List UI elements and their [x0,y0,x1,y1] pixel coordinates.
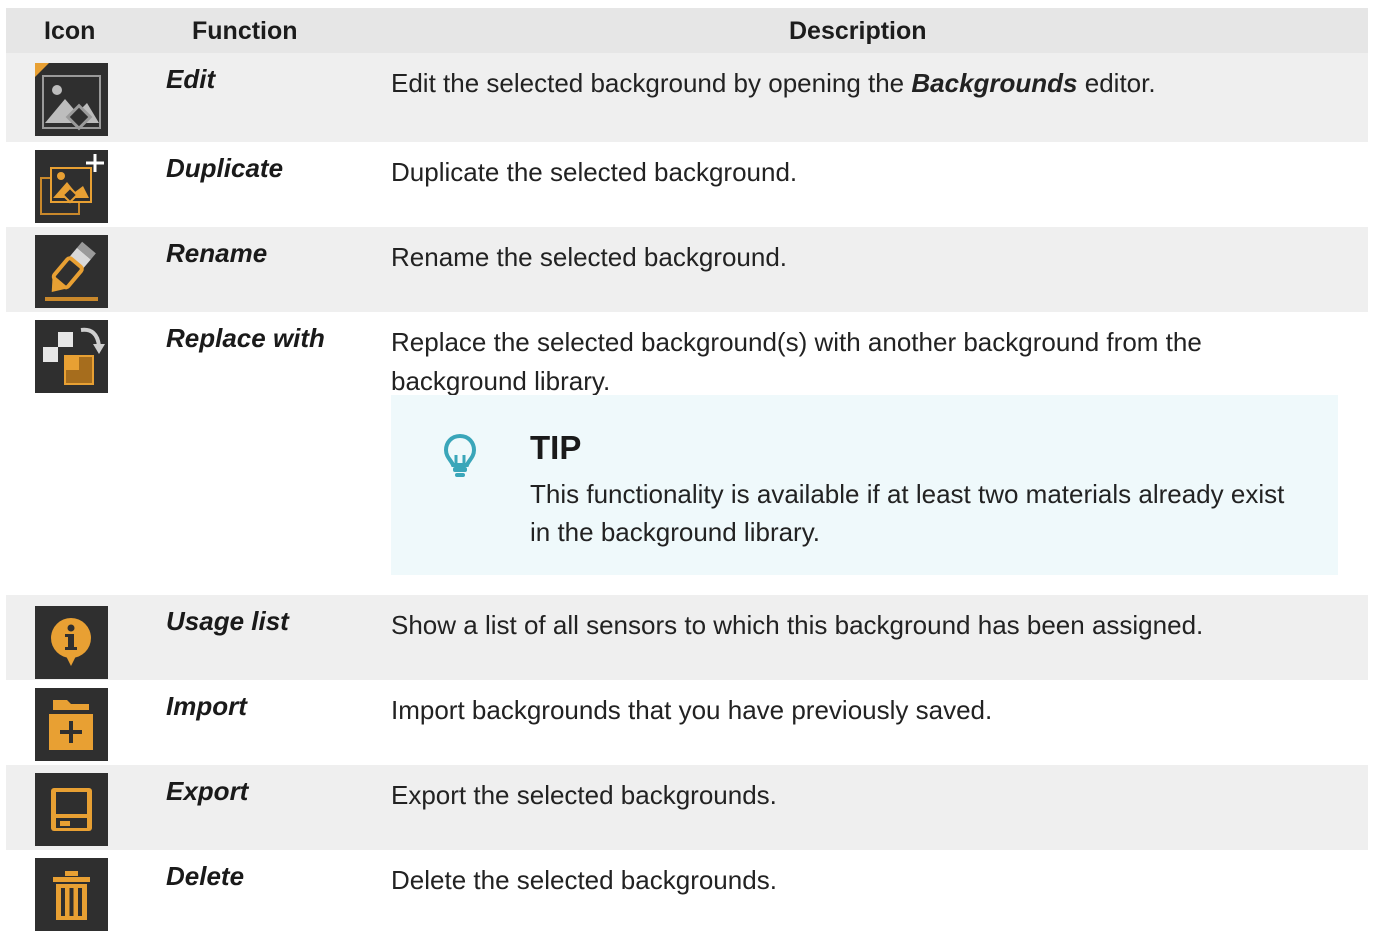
table-row-usage-list: Usage list Show a list of all sensors to… [6,595,1368,680]
export-save-icon[interactable] [35,773,108,846]
description-import: Import backgrounds that you have previou… [391,695,993,725]
function-label-replace-with: Replace with [166,323,325,353]
description-export: Export the selected backgrounds. [391,780,777,810]
description-emphasis: Backgrounds [911,68,1078,98]
function-label-duplicate: Duplicate [166,153,284,183]
header-function: Function [192,17,298,45]
table-header: Icon Function Description [6,8,1368,53]
lightbulb-icon [443,433,477,477]
header-description: Description [789,17,927,45]
description-text: Edit the selected background by opening … [391,68,912,98]
function-label-import: Import [166,691,247,721]
description-delete: Delete the selected backgrounds. [391,865,777,895]
function-label-rename: Rename [166,238,268,268]
tip-title: TIP [530,429,582,466]
function-label-delete: Delete [166,861,245,891]
header-icon: Icon [44,17,96,45]
functions-table: Icon Function Description Edit Edit the … [6,8,1368,935]
edit-background-icon[interactable] [35,63,108,136]
description-rename: Rename the selected background. [391,242,788,272]
delete-trash-icon[interactable] [35,858,108,931]
table-row-rename: Rename Rename the selected background. [6,227,1368,312]
tip-callout: TIP This functionality is available if a… [391,395,1338,575]
description-replace-with: Replace the selected background(s) with … [391,327,1202,396]
table-row-edit: Edit Edit the selected background by ope… [6,53,1368,142]
description-edit: Edit the selected background by opening … [391,64,1341,103]
replace-with-icon[interactable] [35,320,108,393]
rename-pencil-icon[interactable] [35,235,108,308]
table-row-export: Export Export the selected backgrounds. [6,765,1368,850]
description-usage-list: Show a list of all sensors to which this… [391,610,1204,640]
description-duplicate: Duplicate the selected background. [391,157,798,187]
function-label-edit: Edit [166,64,216,94]
description-text-end: editor. [1077,68,1156,98]
function-label-usage-list: Usage list [166,606,289,636]
info-usage-list-icon[interactable] [35,606,108,679]
table-row-duplicate: Duplicate Duplicate the selected backgro… [6,142,1368,227]
import-folder-icon[interactable] [35,688,108,761]
table-row-delete: Delete Delete the selected backgrounds. [6,850,1368,935]
tip-text: This functionality is available if at le… [530,479,1285,547]
duplicate-background-icon[interactable] [35,150,108,223]
function-label-export: Export [166,776,249,806]
table-row-import: Import Import backgrounds that you have … [6,680,1368,765]
